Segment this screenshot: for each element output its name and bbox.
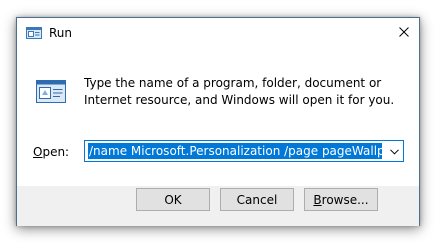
- cancel-button[interactable]: Cancel: [220, 188, 294, 211]
- run-icon: [35, 76, 67, 108]
- browse-button[interactable]: Browse...: [304, 188, 378, 211]
- title-bar[interactable]: Run: [17, 18, 419, 48]
- browse-label: rowse...: [321, 192, 369, 207]
- button-bar: OK Cancel Browse...: [17, 186, 419, 226]
- run-dialog: Run Type the name of a program, folder, …: [16, 17, 420, 226]
- dialog-description: Type the name of a program, folder, docu…: [84, 76, 395, 107]
- open-label: Open:: [33, 145, 69, 159]
- open-input[interactable]: /name Microsoft.Personalization /page pa…: [88, 143, 382, 159]
- browse-accelerator: B: [313, 192, 322, 207]
- chevron-down-icon: [390, 144, 399, 158]
- open-label-text: pen:: [42, 145, 70, 159]
- close-button[interactable]: [389, 18, 419, 48]
- dialog-body: Type the name of a program, folder, docu…: [17, 48, 419, 186]
- ok-button[interactable]: OK: [136, 188, 210, 211]
- run-icon: [26, 27, 42, 39]
- open-combobox[interactable]: /name Microsoft.Personalization /page pa…: [84, 140, 404, 162]
- window-title: Run: [49, 26, 73, 40]
- close-icon: [399, 26, 409, 40]
- open-dropdown-button[interactable]: [386, 141, 403, 161]
